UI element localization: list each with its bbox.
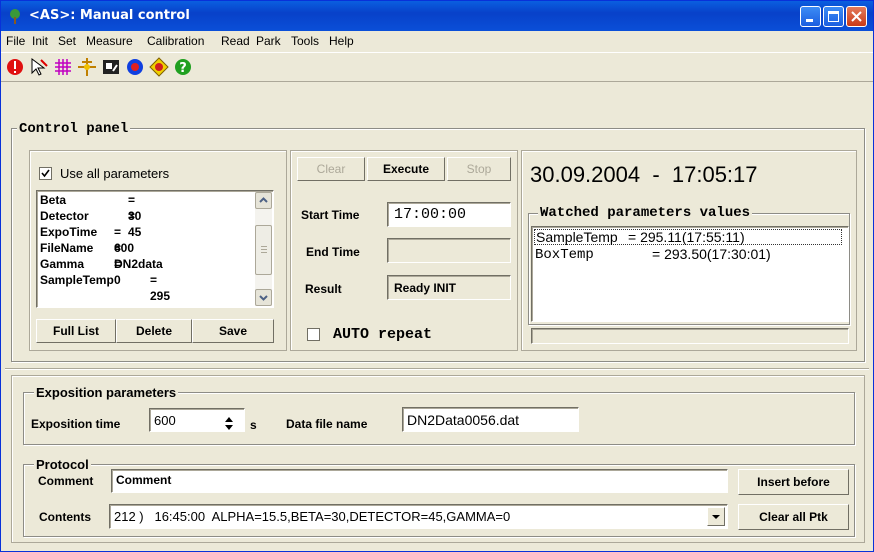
comment-label: Comment [38,474,94,488]
clear-button[interactable]: Clear [297,157,365,181]
check-icon [41,169,50,178]
list-item[interactable]: Beta = 30 [40,192,141,223]
execute-button[interactable]: Execute [367,157,445,181]
list-item[interactable]: SampleTemp = 295.11(17:55:11) [534,229,842,245]
parameters-list[interactable]: Beta = 30 Detector = 45 ExpoTime = 600 File… [36,190,274,308]
menu-tools[interactable]: Tools [291,34,319,48]
chevron-up-icon [259,197,268,203]
list-item[interactable]: BoxTemp = 293.50(17:30:01) [534,246,842,263]
contents-label: Contents [39,510,91,524]
stop-button[interactable]: Stop [447,157,511,181]
end-time-label: End Time [306,245,360,259]
toolbar: ? [1,52,873,82]
maximize-button[interactable] [823,6,844,27]
result-label: Result [305,282,342,296]
menu-file[interactable]: File [6,34,25,48]
stepper-down-button[interactable] [222,421,236,430]
close-button[interactable] [846,6,867,27]
grid-icon[interactable] [53,57,73,77]
delete-button[interactable]: Delete [116,319,192,343]
save-button[interactable]: Save [192,319,274,343]
menu-bar: File Init Set Measure Calibration Read P… [1,31,873,51]
full-list-button[interactable]: Full List [36,319,116,343]
title-bar[interactable]: <AS>: Manual control [1,1,873,31]
list-item[interactable]: SampleTemp = 295 [40,272,170,303]
data-file-field[interactable]: DN2Data0056.dat [402,407,579,432]
window-title: <AS>: Manual control [29,8,190,23]
comment-field[interactable]: Comment [111,469,728,493]
end-time-field[interactable] [387,238,511,263]
list-item[interactable]: FileName = DN2data [40,240,163,271]
exposition-unit: s [250,418,257,432]
stepper-up-button[interactable] [222,412,236,422]
arrow-down-icon [225,425,233,430]
chevron-down-icon [259,295,268,301]
watched-panel: 30.09.2004 - 17:05:17 Watched parameters… [521,150,857,351]
menu-set[interactable]: Set [58,34,76,48]
close-icon [851,11,862,22]
auto-repeat-checkbox[interactable] [307,328,320,341]
menu-read[interactable]: Read [221,34,250,48]
app-icon [10,9,20,24]
list-scrollbar[interactable] [255,192,272,306]
watched-title: Watched parameters values [538,205,753,221]
menu-park[interactable]: Park [256,34,281,48]
list-item[interactable]: Gamma = 0 [40,256,121,287]
minimize-icon [806,19,813,22]
scroll-down-button[interactable] [255,289,272,306]
separator [5,368,869,369]
list-item[interactable]: Detector = 45 [40,208,141,239]
protocol-title: Protocol [34,457,91,472]
clear-all-protocol-button[interactable]: Clear all Ptk [738,504,849,530]
current-datetime: 30.09.2004 - 17:05:17 [530,162,758,187]
help-icon[interactable]: ? [173,57,193,77]
stop-icon[interactable] [5,57,25,77]
use-all-label: Use all parameters [60,166,170,181]
list-item[interactable]: ExpoTime = 600 [40,224,134,255]
use-all-checkbox[interactable] [39,167,52,180]
exposition-time-value: 600 [154,413,176,428]
photo-icon[interactable] [101,57,121,77]
scroll-thumb[interactable] [255,225,272,275]
minimize-button[interactable] [800,6,821,27]
scroll-up-button[interactable] [255,192,272,209]
contents-dropdown[interactable]: 212 ) 16:45:00 ALPHA=15.5,BETA=30,DETECT… [109,504,728,529]
record-icon[interactable] [125,57,145,77]
menu-help[interactable]: Help [329,34,354,48]
menu-measure[interactable]: Measure [86,34,133,48]
menu-init[interactable]: Init [32,34,48,48]
data-file-label: Data file name [286,417,368,431]
exposition-title: Exposition parameters [34,385,179,400]
menu-calibration[interactable]: Calibration [147,34,204,48]
cursor-icon[interactable] [29,57,49,77]
execution-panel: Clear Execute Stop Start Time 17:00:00 E… [290,150,518,351]
svg-text:?: ? [179,61,187,76]
auto-repeat-label: AUTO repeat [333,326,433,343]
dropdown-button[interactable] [707,507,725,526]
control-panel-title: Control panel [17,121,131,137]
crosshair-icon[interactable] [77,57,97,77]
watched-status-field [531,328,849,344]
exposition-time-stepper[interactable]: 600 [149,408,245,432]
chevron-down-icon [712,515,720,519]
maximize-icon [828,11,839,22]
parameters-panel: Use all parameters Beta = 30 Detector = 45… [29,150,287,351]
watched-list[interactable]: SampleTemp = 295.11(17:55:11) BoxTemp = … [531,226,849,322]
contents-selected-value: 212 ) 16:45:00 ALPHA=15.5,BETA=30,DETECT… [114,509,511,524]
start-time-field[interactable]: 17:00:00 [387,202,511,227]
result-field: Ready INIT [387,275,511,300]
exposition-time-label: Exposition time [31,417,121,431]
main-window: <AS>: Manual control File Init Set Measu… [0,0,874,552]
insert-before-button[interactable]: Insert before [738,469,849,495]
start-time-label: Start Time [301,208,360,222]
target-icon[interactable] [149,57,169,77]
